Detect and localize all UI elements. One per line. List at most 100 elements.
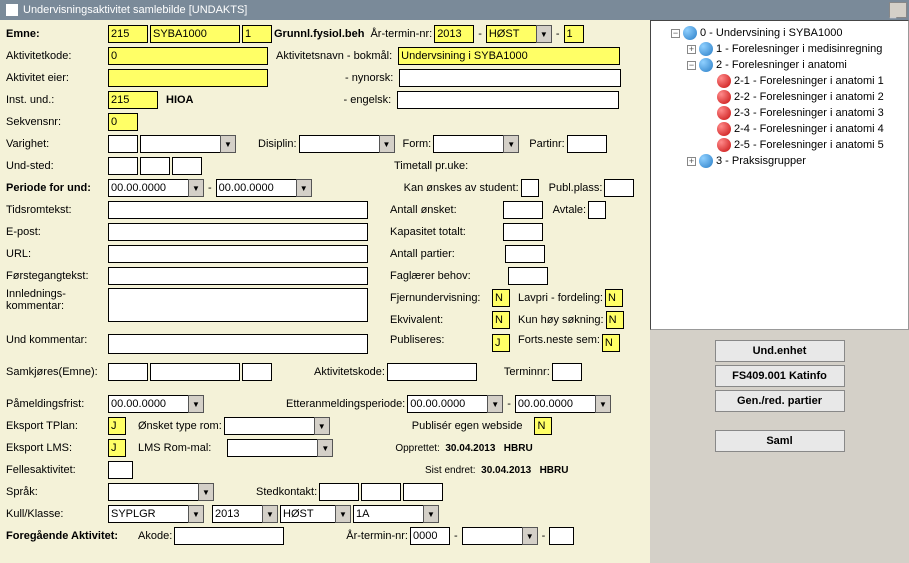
stedk-1[interactable] xyxy=(319,483,359,501)
term-input[interactable] xyxy=(486,25,536,43)
und-sted-2[interactable] xyxy=(140,157,170,175)
tree-node-1[interactable]: 1 - Forelesninger i medisinregning xyxy=(716,43,882,55)
emne-subject[interactable] xyxy=(150,25,240,43)
expand-icon[interactable]: + xyxy=(687,45,696,54)
fg-nr[interactable] xyxy=(549,527,574,545)
fg-year[interactable] xyxy=(410,527,450,545)
eksport-lms-input[interactable] xyxy=(108,439,126,457)
und-enhet-button[interactable]: Und.enhet xyxy=(715,340,845,362)
expand-icon[interactable]: + xyxy=(687,157,696,166)
kull-1-dd[interactable]: ▼ xyxy=(188,505,204,523)
sam-1[interactable] xyxy=(108,363,148,381)
collapse-icon[interactable]: − xyxy=(671,29,680,38)
sprak-dd[interactable]: ▼ xyxy=(198,483,214,501)
felles-input[interactable] xyxy=(108,461,133,479)
lms-mal-input[interactable] xyxy=(227,439,317,457)
aktivitetsnavn-input[interactable] xyxy=(398,47,620,65)
form-dd[interactable]: ▼ xyxy=(503,135,519,153)
antall-partier-input[interactable] xyxy=(505,245,545,263)
tree-node-2[interactable]: 2 - Forelesninger i anatomi xyxy=(716,59,847,71)
varighet-1[interactable] xyxy=(108,135,138,153)
partinr-input[interactable] xyxy=(567,135,607,153)
tree-node-22[interactable]: 2-2 - Forelesninger i anatomi 2 xyxy=(734,91,884,103)
kull-4-dd[interactable]: ▼ xyxy=(423,505,439,523)
etter-d2-dd[interactable]: ▼ xyxy=(595,395,611,413)
etter-d2[interactable] xyxy=(515,395,595,413)
ekvivalent-input[interactable] xyxy=(492,311,510,329)
stedk-3[interactable] xyxy=(403,483,443,501)
faglarer-input[interactable] xyxy=(508,267,548,285)
eksport-tplan-input[interactable] xyxy=(108,417,126,435)
pamelding-dd[interactable]: ▼ xyxy=(188,395,204,413)
kan-onskes-input[interactable] xyxy=(521,179,539,197)
kunhoy-input[interactable] xyxy=(606,311,624,329)
tree-node-21[interactable]: 2-1 - Forelesninger i anatomi 1 xyxy=(734,75,884,87)
pamelding-d[interactable] xyxy=(108,395,188,413)
forstegang-input[interactable] xyxy=(108,267,368,285)
minimize-button[interactable]: _ xyxy=(889,2,907,18)
varighet-dd[interactable]: ▼ xyxy=(220,135,236,153)
periode-d1[interactable] xyxy=(108,179,188,197)
varighet-2[interactable] xyxy=(140,135,220,153)
sam-2[interactable] xyxy=(150,363,240,381)
stedk-2[interactable] xyxy=(361,483,401,501)
innlednings-input[interactable] xyxy=(108,288,368,322)
kull-4[interactable] xyxy=(353,505,423,523)
nynorsk-input[interactable] xyxy=(399,69,621,87)
katinfo-button[interactable]: FS409.001 Katinfo xyxy=(715,365,845,387)
tree-node-23[interactable]: 2-3 - Forelesninger i anatomi 3 xyxy=(734,107,884,119)
kapasitet-input[interactable] xyxy=(503,223,543,241)
publiseres-input[interactable] xyxy=(492,334,510,352)
etter-d1-dd[interactable]: ▼ xyxy=(487,395,503,413)
engelsk-input[interactable] xyxy=(397,91,619,109)
akode-input[interactable] xyxy=(174,527,284,545)
avtale-input[interactable] xyxy=(588,201,606,219)
fg-term[interactable] xyxy=(462,527,522,545)
publ-plass-input[interactable] xyxy=(604,179,634,197)
tree-node-3[interactable]: 3 - Praksisgrupper xyxy=(716,155,806,167)
sam-3[interactable] xyxy=(242,363,272,381)
activity-tree[interactable]: −0 - Undervsining i SYBA1000 +1 - Forele… xyxy=(650,20,909,330)
etter-d1[interactable] xyxy=(407,395,487,413)
kull-2-dd[interactable]: ▼ xyxy=(262,505,278,523)
disiplin-input[interactable] xyxy=(299,135,379,153)
pub-web-input[interactable] xyxy=(534,417,552,435)
lms-mal-dd[interactable]: ▼ xyxy=(317,439,333,457)
epost-input[interactable] xyxy=(108,223,368,241)
gen-red-partier-button[interactable]: Gen./red. partier xyxy=(715,390,845,412)
url-input[interactable] xyxy=(108,245,368,263)
form-input[interactable] xyxy=(433,135,503,153)
emne-ver[interactable] xyxy=(242,25,272,43)
antall-onsket-input[interactable] xyxy=(503,201,543,219)
sekvensnr-input[interactable] xyxy=(108,113,138,131)
forts-input[interactable] xyxy=(602,334,620,352)
lavpri-input[interactable] xyxy=(605,289,623,307)
kull-3-dd[interactable]: ▼ xyxy=(335,505,351,523)
collapse-icon[interactable]: − xyxy=(687,61,696,70)
onsket-rom-dd[interactable]: ▼ xyxy=(314,417,330,435)
tree-node-24[interactable]: 2-4 - Forelesninger i anatomi 4 xyxy=(734,123,884,135)
sprak-input[interactable] xyxy=(108,483,198,501)
disiplin-dd[interactable]: ▼ xyxy=(379,135,395,153)
fjernund-input[interactable] xyxy=(492,289,510,307)
tidsromtekst-input[interactable] xyxy=(108,201,368,219)
term-dropdown[interactable]: ▼ xyxy=(536,25,552,43)
kull-2[interactable] xyxy=(212,505,262,523)
fg-term-dd[interactable]: ▼ xyxy=(522,527,538,545)
inst-und-1[interactable] xyxy=(108,91,158,109)
saml-button[interactable]: Saml xyxy=(715,430,845,452)
periode-d2[interactable] xyxy=(216,179,296,197)
periode-d1-dd[interactable]: ▼ xyxy=(188,179,204,197)
nr-input[interactable] xyxy=(564,25,584,43)
kull-1[interactable] xyxy=(108,505,188,523)
und-sted-1[interactable] xyxy=(108,157,138,175)
aktivitet-eier-input[interactable] xyxy=(108,69,268,87)
und-kommentar-input[interactable] xyxy=(108,334,368,354)
und-sted-3[interactable] xyxy=(172,157,202,175)
kull-3[interactable] xyxy=(280,505,335,523)
ar-input[interactable] xyxy=(434,25,474,43)
sam-term[interactable] xyxy=(552,363,582,381)
sam-akt[interactable] xyxy=(387,363,477,381)
periode-d2-dd[interactable]: ▼ xyxy=(296,179,312,197)
onsket-rom-input[interactable] xyxy=(224,417,314,435)
